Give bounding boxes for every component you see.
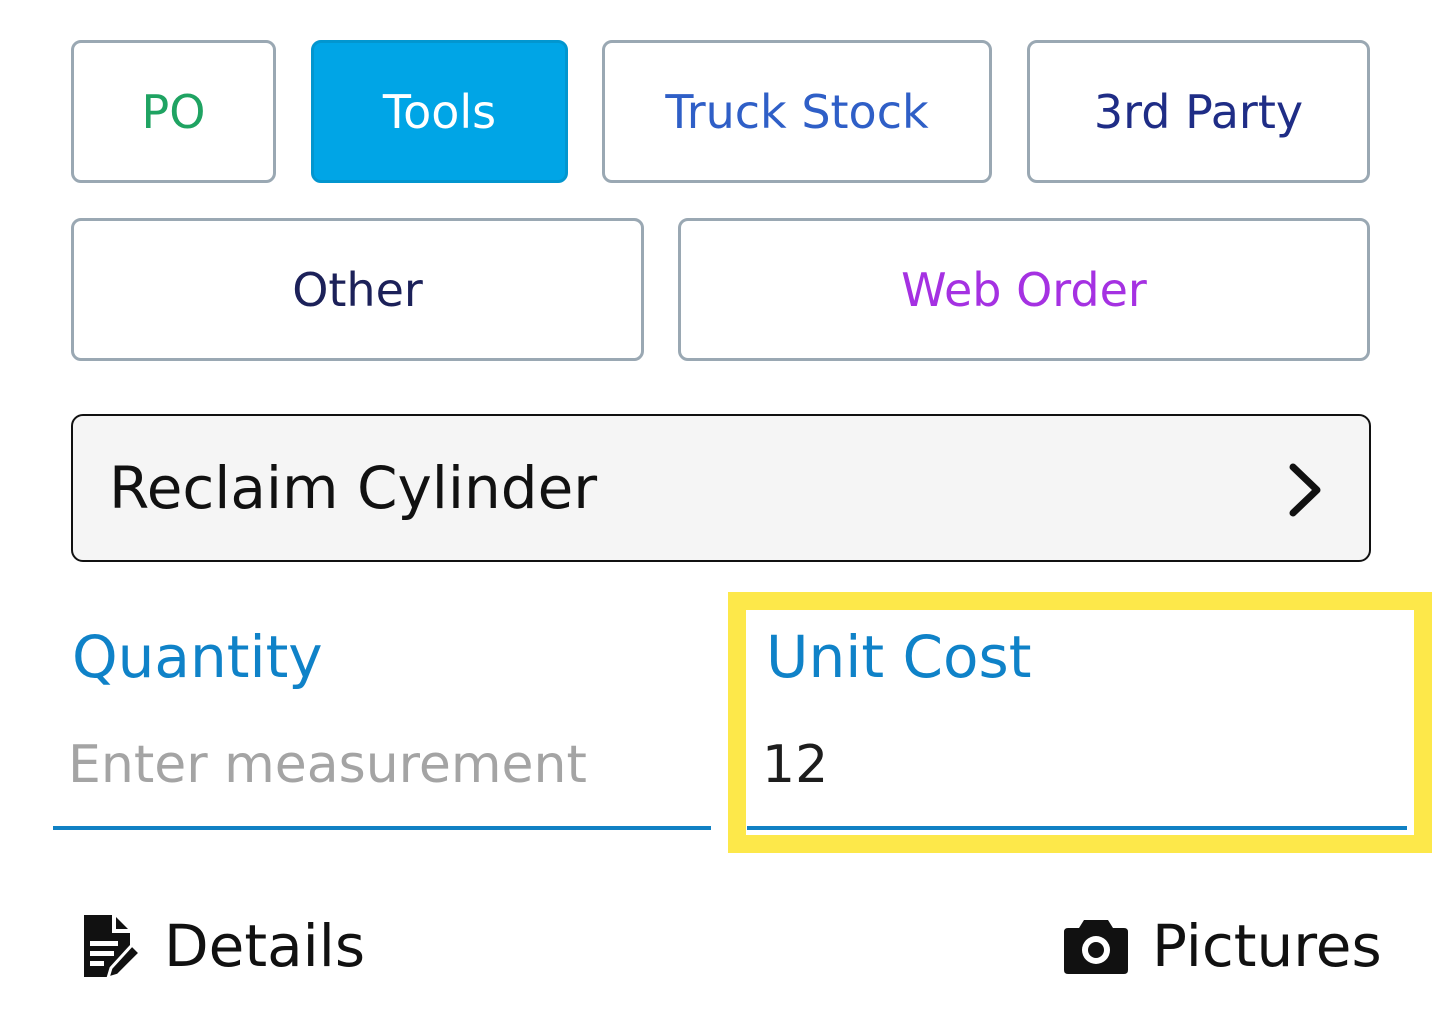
category-po-button[interactable]: PO [71,40,276,183]
category-truck-stock-button[interactable]: Truck Stock [602,40,992,183]
quantity-label: Quantity [72,623,323,691]
category-third-party-button[interactable]: 3rd Party [1027,40,1370,183]
unit-cost-input[interactable] [762,730,1392,800]
category-po-label: PO [141,84,206,139]
chevron-right-icon [1289,463,1321,517]
category-tools-label: Tools [382,84,497,139]
camera-icon [1064,920,1128,974]
item-select-label: Reclaim Cylinder [109,454,598,522]
category-web-order-button[interactable]: Web Order [678,218,1370,361]
details-label: Details [164,912,366,980]
item-select-row[interactable]: Reclaim Cylinder [71,414,1371,562]
unit-cost-label: Unit Cost [766,623,1032,691]
quantity-underline [53,826,711,830]
category-tools-button[interactable]: Tools [311,40,568,183]
unit-cost-underline [747,826,1407,830]
category-third-party-label: 3rd Party [1093,84,1304,139]
category-other-button[interactable]: Other [71,218,644,361]
category-other-label: Other [292,262,423,317]
edit-document-icon [84,915,142,981]
category-web-order-label: Web Order [901,262,1147,317]
details-link[interactable]: Details [80,906,365,986]
pictures-link[interactable]: Pictures [1062,906,1382,986]
category-truck-stock-label: Truck Stock [665,84,929,139]
quantity-input[interactable] [68,730,698,800]
pictures-label: Pictures [1152,912,1382,980]
